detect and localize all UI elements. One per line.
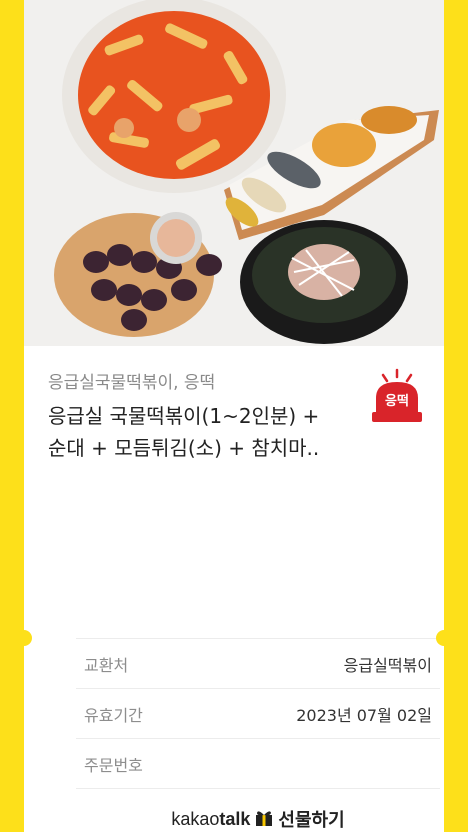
gift-card: 응급실국물떡볶이, 응떡 응급실 국물떡볶이(1~2인분) + 순대 + 모듬튀… — [24, 0, 444, 832]
kakaotalk-wordmark: kakaotalk — [171, 808, 251, 829]
product-title-line1: 응급실 국물떡볶이(1~2인분) + — [48, 404, 320, 428]
ticket-notch-left — [16, 630, 32, 646]
svg-text:응떡: 응떡 — [385, 393, 409, 409]
brand-name: 응급실국물떡볶이, 응떡 — [48, 373, 216, 393]
ticket-notch-right — [436, 630, 452, 646]
product-image — [24, 0, 444, 346]
voucher-info: 교환처 응급실떡볶이 유효기간 2023년 07월 02일 주문번호 — [76, 638, 440, 789]
product-title-line2: 순대 + 모듬튀김(소) + 참치마.. — [48, 436, 320, 460]
gift-box-icon — [254, 807, 274, 831]
info-row-exchange: 교환처 응급실떡볶이 — [76, 639, 440, 689]
product-title: 응급실 국물떡볶이(1~2인분) + 순대 + 모듬튀김(소) + 참치마.. — [48, 400, 378, 464]
info-row-expiry: 유효기간 2023년 07월 02일 — [76, 689, 440, 739]
order-number-label: 주문번호 — [84, 755, 143, 775]
exchange-label: 교환처 — [84, 655, 129, 675]
expiry-label: 유효기간 — [84, 705, 143, 725]
gift-label: 선물하기 — [278, 810, 345, 831]
info-row-order: 주문번호 — [76, 739, 440, 789]
kakao-gift-footer: kakaotalk 선물하기 — [48, 806, 444, 832]
exchange-value: 응급실떡볶이 — [343, 655, 432, 675]
expiry-value: 2023년 07월 02일 — [296, 705, 432, 725]
brand-logo: 응떡 — [370, 368, 424, 426]
